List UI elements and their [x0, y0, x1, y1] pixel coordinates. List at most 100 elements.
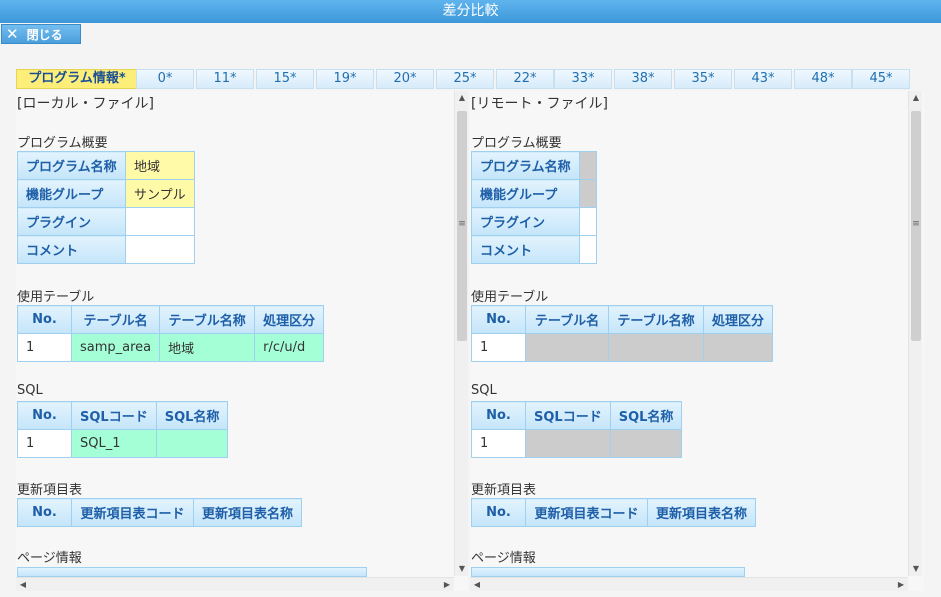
update-items-label: 更新項目表 — [17, 483, 83, 498]
table-header-row: No. 更新項目表コード 更新項目表名称 — [471, 498, 757, 527]
remote-vertical-scrollbar[interactable]: ▲ ≡ ▼ — [908, 91, 922, 576]
table-cell: 地域 — [159, 333, 256, 362]
column-header: テーブル名称 — [608, 305, 704, 334]
page-info-label: ページ情報 — [17, 551, 82, 566]
overview-table: プログラム名称 機能グループ プラグイン コメント — [471, 151, 597, 264]
update-items-label: 更新項目表 — [471, 483, 537, 498]
table-cell — [155, 429, 229, 458]
table-row: 1 SQL_1 — [17, 429, 229, 458]
table-row: コメント — [17, 235, 195, 264]
overview-key: コメント — [471, 235, 580, 264]
scroll-left-icon[interactable]: ◀ — [16, 578, 30, 591]
scroll-right-icon[interactable]: ▶ — [894, 578, 908, 591]
tab-22[interactable]: 22* — [496, 69, 554, 89]
tab-38[interactable]: 38* — [614, 69, 672, 89]
column-header: 更新項目表コード — [525, 498, 648, 527]
overview-key: 機能グループ — [471, 179, 580, 208]
column-header: テーブル名 — [525, 305, 609, 334]
column-header: No. — [17, 305, 72, 334]
sql-label: SQL — [471, 383, 497, 398]
table-cell: samp_area — [70, 333, 161, 362]
scroll-up-icon[interactable]: ▲ — [909, 91, 923, 105]
close-icon: ✕ — [6, 25, 19, 43]
overview-value — [125, 235, 195, 264]
overview-label: プログラム概要 — [471, 136, 562, 151]
column-header: 更新項目表コード — [71, 498, 194, 527]
tab-0[interactable]: 0* — [136, 69, 194, 89]
tab-48[interactable]: 48* — [794, 69, 852, 89]
used-tables-table: No. テーブル名 テーブル名称 処理区分 1 — [471, 305, 774, 362]
table-cell: r/c/u/d — [254, 333, 325, 362]
tab-33[interactable]: 33* — [554, 69, 612, 89]
column-header: 処理区分 — [254, 305, 325, 334]
table-cell: 1 — [17, 333, 72, 362]
table-cell — [609, 429, 683, 458]
overview-value — [579, 235, 597, 264]
table-cell — [525, 429, 611, 458]
overview-key: プラグイン — [471, 207, 580, 236]
table-row: プラグイン — [471, 207, 597, 236]
remote-file-title: [リモート・ファイル] — [471, 96, 608, 112]
page-info-table — [17, 567, 367, 577]
remote-horizontal-scrollbar[interactable]: ◀ ▶ — [470, 577, 908, 591]
remote-file-panel: [リモート・ファイル] プログラム概要 プログラム名称 機能グループ プラグイン… — [470, 91, 924, 591]
column-header: 更新項目表名称 — [646, 498, 757, 527]
column-header: SQLコード — [525, 401, 611, 430]
table-cell — [525, 333, 609, 362]
column-header: SQLコード — [71, 401, 157, 430]
scroll-down-icon[interactable]: ▼ — [909, 562, 923, 576]
table-cell — [702, 333, 774, 362]
grip-icon: ≡ — [458, 219, 466, 229]
tab-43[interactable]: 43* — [734, 69, 792, 89]
tab-15[interactable]: 15* — [256, 69, 314, 89]
scroll-left-icon[interactable]: ◀ — [470, 578, 484, 591]
local-horizontal-scrollbar[interactable]: ◀ ▶ — [16, 577, 454, 591]
table-cell — [608, 333, 704, 362]
table-row: 1 — [471, 429, 683, 458]
column-header: テーブル名 — [70, 305, 161, 334]
overview-value — [125, 207, 195, 236]
overview-value — [579, 151, 597, 180]
scroll-up-icon[interactable]: ▲ — [455, 91, 468, 105]
tables-label: 使用テーブル — [471, 290, 549, 305]
scroll-right-icon[interactable]: ▶ — [440, 578, 454, 591]
column-header: SQL名称 — [609, 401, 683, 430]
table-cell: 1 — [471, 333, 526, 362]
tab-program-info[interactable]: プログラム情報* — [16, 69, 138, 89]
column-header: テーブル名称 — [159, 305, 256, 334]
window-title: 差分比較 — [0, 0, 941, 23]
column-header: No. — [471, 401, 526, 430]
update-items-table: No. 更新項目表コード 更新項目表名称 — [471, 498, 757, 527]
tab-11[interactable]: 11* — [196, 69, 254, 89]
table-header-row: No. 更新項目表コード 更新項目表名称 — [17, 498, 303, 527]
tab-35[interactable]: 35* — [674, 69, 732, 89]
overview-value: サンプル — [125, 179, 195, 208]
scroll-down-icon[interactable]: ▼ — [455, 562, 468, 576]
overview-label: プログラム概要 — [17, 136, 108, 151]
table-header-row: No. SQLコード SQL名称 — [17, 401, 229, 430]
local-vertical-scrollbar[interactable]: ▲ ≡ ▼ — [454, 91, 468, 576]
table-row: コメント — [471, 235, 597, 264]
overview-value — [579, 207, 597, 236]
column-header: SQL名称 — [155, 401, 229, 430]
overview-value: 地域 — [125, 151, 195, 180]
overview-key: プログラム名称 — [17, 151, 126, 180]
sql-table: No. SQLコード SQL名称 1 SQL_1 — [17, 401, 229, 458]
overview-key: 機能グループ — [17, 179, 126, 208]
column-header: No. — [17, 498, 72, 527]
table-row: 1 samp_area 地域 r/c/u/d — [17, 333, 325, 362]
close-button[interactable]: ✕ 閉じる — [1, 24, 81, 44]
sql-table: No. SQLコード SQL名称 1 — [471, 401, 683, 458]
update-items-table: No. 更新項目表コード 更新項目表名称 — [17, 498, 303, 527]
page-info-table — [471, 567, 745, 577]
tab-20[interactable]: 20* — [376, 69, 434, 89]
overview-key: プラグイン — [17, 207, 126, 236]
overview-key: プログラム名称 — [471, 151, 580, 180]
table-row: プラグイン — [17, 207, 195, 236]
tab-45[interactable]: 45* — [852, 69, 910, 89]
table-row: 機能グループ サンプル — [17, 179, 195, 208]
tab-25[interactable]: 25* — [436, 69, 494, 89]
tab-19[interactable]: 19* — [316, 69, 374, 89]
table-header-row: No. テーブル名 テーブル名称 処理区分 — [17, 305, 325, 334]
table-cell: 1 — [17, 429, 72, 458]
